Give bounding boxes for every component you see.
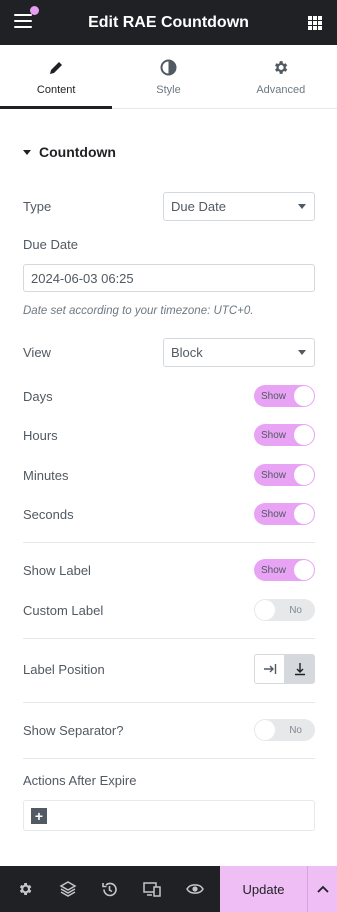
type-select-value: Due Date bbox=[171, 199, 226, 214]
section-title: Countdown bbox=[39, 144, 116, 160]
actions-after-expire-select[interactable]: + bbox=[23, 800, 315, 831]
custom-label-toggle-text: No bbox=[289, 604, 302, 616]
settings-icon[interactable] bbox=[14, 878, 36, 900]
control-show-label: Show Label Show bbox=[23, 559, 315, 581]
hours-label: Hours bbox=[23, 427, 58, 443]
menu-icon[interactable] bbox=[14, 14, 32, 30]
divider bbox=[23, 758, 315, 759]
widgets-grid-icon[interactable] bbox=[308, 16, 322, 30]
label-position-label: Label Position bbox=[23, 661, 105, 677]
control-seconds: Seconds Show bbox=[23, 503, 315, 525]
controls-area: Countdown Type Due Date Due Date 2024-06… bbox=[0, 110, 337, 866]
gear-icon bbox=[272, 58, 289, 78]
seconds-label: Seconds bbox=[23, 506, 74, 522]
eye-icon[interactable] bbox=[184, 878, 206, 900]
chevron-up-icon[interactable] bbox=[307, 866, 337, 912]
show-label-toggle-text: Show bbox=[261, 564, 287, 576]
minutes-toggle-text: Show bbox=[261, 469, 287, 481]
panel-title: Edit RAE Countdown bbox=[88, 13, 249, 31]
control-hours: Hours Show bbox=[23, 424, 315, 446]
control-days: Days Show bbox=[23, 385, 315, 407]
toggle-knob bbox=[294, 425, 314, 445]
tab-content-label: Content bbox=[36, 83, 76, 96]
contrast-icon bbox=[160, 58, 177, 78]
due-date-value: 2024-06-03 06:25 bbox=[31, 270, 134, 286]
view-select[interactable]: Block bbox=[163, 338, 315, 367]
show-separator-toggle[interactable]: No bbox=[254, 719, 315, 741]
days-toggle[interactable]: Show bbox=[254, 385, 315, 407]
custom-label-label: Custom Label bbox=[23, 602, 104, 618]
toggle-knob bbox=[255, 600, 275, 620]
seconds-toggle[interactable]: Show bbox=[254, 503, 315, 525]
toggle-knob bbox=[294, 465, 314, 485]
notification-dot bbox=[30, 6, 39, 15]
tab-style-label: Style bbox=[156, 83, 181, 96]
control-actions-after-expire: Actions After Expire bbox=[23, 773, 315, 788]
control-type: Type Due Date bbox=[23, 192, 315, 221]
label-position-right-choice[interactable] bbox=[255, 655, 284, 683]
type-label: Type bbox=[23, 199, 52, 214]
custom-label-toggle[interactable]: No bbox=[254, 599, 315, 621]
view-select-value: Block bbox=[171, 345, 203, 360]
update-button[interactable]: Update bbox=[220, 866, 307, 912]
editor-header: Edit RAE Countdown bbox=[0, 0, 337, 45]
days-label: Days bbox=[23, 388, 53, 404]
control-view: View Block bbox=[23, 338, 315, 367]
select-arrow-icon bbox=[298, 204, 306, 209]
toggle-knob bbox=[294, 386, 314, 406]
arrow-to-bottom-icon bbox=[294, 663, 305, 676]
control-due-date-label-row: Due Date bbox=[23, 237, 315, 252]
due-date-input[interactable]: 2024-06-03 06:25 bbox=[23, 264, 315, 292]
select-arrow-icon bbox=[298, 350, 306, 355]
divider bbox=[23, 638, 315, 639]
caret-down-icon bbox=[23, 149, 31, 155]
label-position-choices bbox=[254, 654, 315, 684]
divider bbox=[23, 702, 315, 703]
show-label-toggle[interactable]: Show bbox=[254, 559, 315, 581]
pencil-icon bbox=[48, 58, 64, 78]
panel-tabs: Content Style Advanced bbox=[0, 45, 337, 109]
due-date-note: Date set according to your timezone: UTC… bbox=[23, 305, 254, 317]
show-separator-toggle-text: No bbox=[289, 724, 302, 736]
minutes-label: Minutes bbox=[23, 467, 69, 483]
show-separator-label: Show Separator? bbox=[23, 722, 124, 738]
toggle-knob bbox=[255, 720, 275, 740]
type-select[interactable]: Due Date bbox=[163, 192, 315, 221]
responsive-icon[interactable] bbox=[141, 878, 163, 900]
tab-style[interactable]: Style bbox=[112, 45, 224, 108]
toggle-knob bbox=[294, 560, 314, 580]
control-minutes: Minutes Show bbox=[23, 464, 315, 486]
hours-toggle[interactable]: Show bbox=[254, 424, 315, 446]
days-toggle-text: Show bbox=[261, 390, 287, 402]
due-date-label: Due Date bbox=[23, 237, 78, 252]
arrow-to-right-icon bbox=[263, 664, 276, 674]
layers-icon[interactable] bbox=[57, 878, 79, 900]
view-label: View bbox=[23, 345, 51, 360]
history-icon[interactable] bbox=[99, 878, 121, 900]
footer-tools bbox=[0, 866, 220, 912]
panel-footer: Update bbox=[0, 866, 337, 912]
minutes-toggle[interactable]: Show bbox=[254, 464, 315, 486]
control-label-position: Label Position bbox=[23, 654, 315, 684]
tab-advanced[interactable]: Advanced bbox=[225, 45, 337, 108]
section-countdown-header[interactable]: Countdown bbox=[23, 144, 116, 160]
control-custom-label: Custom Label No bbox=[23, 599, 315, 621]
divider bbox=[23, 542, 315, 543]
toggle-knob bbox=[294, 504, 314, 524]
seconds-toggle-text: Show bbox=[261, 508, 287, 520]
control-show-separator: Show Separator? No bbox=[23, 719, 315, 741]
tab-advanced-label: Advanced bbox=[256, 83, 306, 96]
tab-content[interactable]: Content bbox=[0, 45, 113, 109]
label-position-bottom-choice[interactable] bbox=[284, 655, 314, 683]
add-icon[interactable]: + bbox=[31, 808, 47, 824]
show-label-label: Show Label bbox=[23, 562, 91, 578]
hours-toggle-text: Show bbox=[261, 429, 287, 441]
actions-after-expire-label: Actions After Expire bbox=[23, 773, 137, 788]
